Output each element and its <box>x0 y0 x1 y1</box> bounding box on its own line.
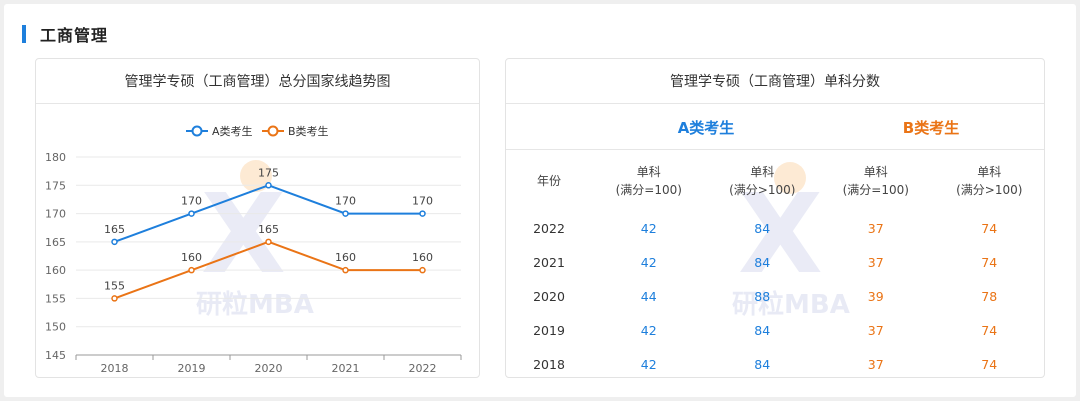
data-point <box>419 266 426 274</box>
y-tick-label: 175 <box>45 179 66 192</box>
y-tick-label: 145 <box>45 349 66 362</box>
data-label: 175 <box>258 166 279 179</box>
cell-b-100: 39 <box>867 288 884 304</box>
score-table: 年份 单科 (满分=100) 单科 (满分>100) 单科 (满分=100) 单… <box>506 151 1044 377</box>
data-point <box>111 295 118 302</box>
x-tick-label: 2019 <box>178 362 206 375</box>
data-label: 155 <box>104 279 125 292</box>
legend-label: B类考生 <box>288 124 329 138</box>
table-row: 2019 42 84 37 74 <box>506 313 1044 347</box>
cell-b-gt100: 78 <box>981 288 998 304</box>
cell-a-100: 42 <box>640 322 657 338</box>
group-header-row: A类考生 B类考生 <box>506 104 1044 150</box>
score-table-card: 管理学专硕（工商管理）单科分数 A类考生 B类考生 X 研粒MBA 年份 单科 … <box>505 58 1045 378</box>
section-header: 工商管理 <box>22 22 108 46</box>
data-label: 170 <box>412 195 433 208</box>
cell-b-100: 37 <box>867 356 884 372</box>
data-label: 165 <box>258 223 279 236</box>
column-header-a-gt100: 单科 (满分>100) <box>729 165 796 197</box>
x-tick-label: 2020 <box>255 362 283 375</box>
legend-label: A类考生 <box>212 124 253 138</box>
column-header-b-gt100: 单科 (满分>100) <box>956 165 1023 197</box>
section-title: 工商管理 <box>40 26 109 45</box>
x-tick-label: 2018 <box>101 362 129 375</box>
table-header-row: 年份 单科 (满分=100) 单科 (满分>100) 单科 (满分=100) 单… <box>506 151 1044 211</box>
legend-marker <box>191 125 203 137</box>
data-label: 160 <box>335 251 356 264</box>
page: 工商管理 管理学专硕（工商管理）总分国家线趋势图 X 研粒MBA 145 150 1… <box>4 4 1076 397</box>
cell-a-gt100: 84 <box>754 322 771 338</box>
legend-marker <box>267 125 279 137</box>
trend-chart-card: 管理学专硕（工商管理）总分国家线趋势图 X 研粒MBA 145 150 155 160… <box>35 58 480 378</box>
line-chart: 145 150 155 160 165 170 175 180 2018 2019 2020 2021… <box>45 124 462 375</box>
y-tick-label: 180 <box>45 151 66 164</box>
column-header-a-100: 单科 (满分=100) <box>615 165 682 197</box>
cell-a-100: 42 <box>640 220 657 236</box>
data-point <box>111 238 118 246</box>
data-label: 160 <box>181 251 202 264</box>
data-label: 170 <box>181 195 202 208</box>
section-accent-bar <box>22 25 26 43</box>
y-tick-label: 150 <box>45 321 66 334</box>
cell-b-100: 37 <box>867 220 884 236</box>
data-point <box>419 210 426 217</box>
table-row: 2021 42 84 37 74 <box>506 245 1044 279</box>
group-a-label: A类考生 <box>677 119 735 137</box>
y-tick-label: 155 <box>45 292 66 305</box>
cell-b-100: 37 <box>867 254 884 270</box>
cell-a-100: 42 <box>640 356 657 372</box>
cell-year: 2020 <box>533 288 565 304</box>
data-point <box>188 210 195 217</box>
data-point <box>265 182 272 189</box>
column-header-year: 年份 <box>536 174 561 188</box>
cell-b-gt100: 74 <box>981 254 998 270</box>
cell-a-gt100: 84 <box>754 220 771 236</box>
cell-a-100: 44 <box>640 288 657 304</box>
cell-year: 2018 <box>533 356 565 372</box>
cell-year: 2022 <box>533 220 565 236</box>
y-tick-label: 165 <box>45 236 66 249</box>
cell-b-gt100: 74 <box>981 356 998 372</box>
cell-year: 2019 <box>533 322 565 338</box>
data-point <box>342 266 349 274</box>
data-point <box>188 266 195 274</box>
cell-b-gt100: 74 <box>981 220 998 236</box>
y-tick-label: 160 <box>45 264 66 277</box>
cell-a-gt100: 88 <box>754 288 771 304</box>
data-label: 160 <box>412 251 433 264</box>
column-header-b-100: 单科 (满分=100) <box>842 165 909 197</box>
trend-chart-title: 管理学专硕（工商管理）总分国家线趋势图 <box>36 59 479 104</box>
cell-a-gt100: 84 <box>754 356 771 372</box>
group-b-label: B类考生 <box>902 119 960 137</box>
score-table-title: 管理学专硕（工商管理）单科分数 <box>506 59 1044 104</box>
cell-b-gt100: 74 <box>981 322 998 338</box>
table-row: 2020 44 88 39 78 <box>506 279 1044 313</box>
cell-a-100: 42 <box>640 254 657 270</box>
cell-year: 2021 <box>533 254 565 270</box>
x-tick-label: 2021 <box>332 362 360 375</box>
data-label: 170 <box>335 195 356 208</box>
data-label: 165 <box>104 223 125 236</box>
data-point <box>342 210 349 217</box>
cell-b-100: 37 <box>867 322 884 338</box>
data-point <box>265 238 272 246</box>
x-tick-label: 2022 <box>409 362 437 375</box>
y-tick-label: 170 <box>45 208 66 221</box>
cell-a-gt100: 84 <box>754 254 771 270</box>
table-row: 2022 42 84 37 74 <box>506 211 1044 245</box>
table-row: 2018 42 84 37 74 <box>506 347 1044 377</box>
